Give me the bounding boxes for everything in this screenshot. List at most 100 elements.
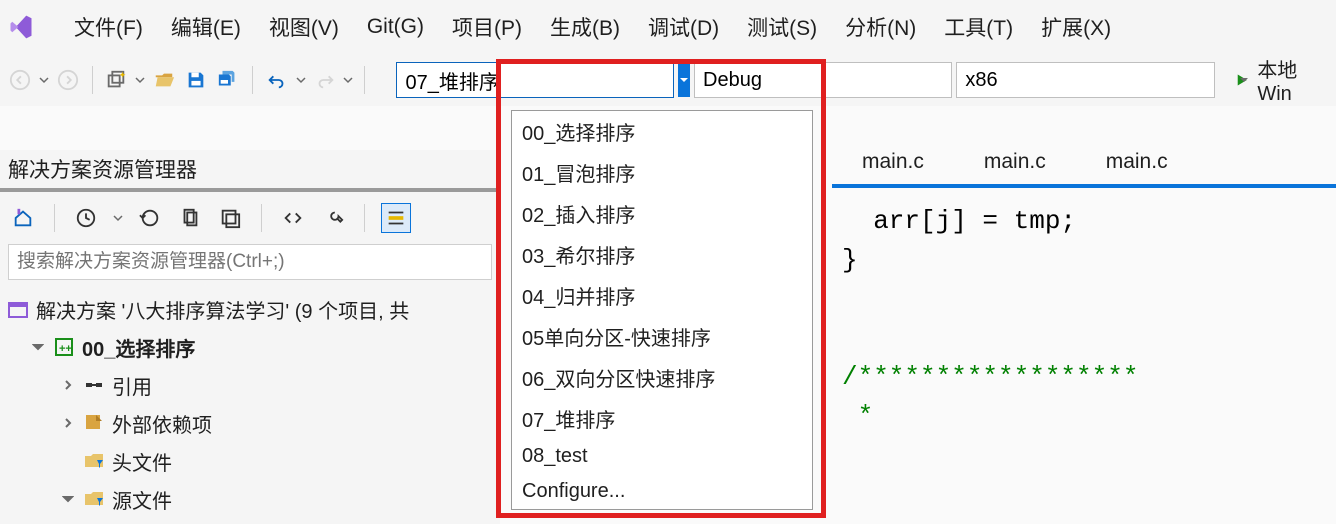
menu-git[interactable]: Git(G) [367,15,424,39]
folder-filter-icon [82,449,106,473]
tree-project[interactable]: ++ 00_选择排序 [0,328,500,366]
nav-back-caret-icon[interactable] [38,75,50,85]
show-all-files-icon[interactable] [215,203,245,233]
separator [261,204,262,232]
dropdown-item[interactable]: 08_test [512,439,812,474]
dropdown-item[interactable]: Configure... [512,474,812,509]
undo-icon[interactable] [263,63,291,97]
menu-view[interactable]: 视图(V) [269,12,339,42]
solution-search-input[interactable] [8,244,492,280]
caret-right-icon[interactable] [60,379,76,391]
toolbar: ✦ 本地 Win [0,54,1336,106]
switch-views-icon[interactable] [381,203,411,233]
sync-icon[interactable] [135,203,165,233]
caret-down-icon[interactable] [30,341,46,353]
config-combo[interactable] [694,62,952,98]
copy-icon[interactable] [175,203,205,233]
config-value[interactable] [695,63,976,97]
startup-project-dropdown: 00_选择排序 01_冒泡排序 02_插入排序 03_希尔排序 04_归并排序 … [511,110,813,510]
wrench-icon[interactable] [318,203,348,233]
combo-caret-icon[interactable] [1238,63,1250,97]
editor-tabbar: main.c main.c main.c [832,144,1336,188]
menubar: 文件(F) 编辑(E) 视图(V) Git(G) 项目(P) 生成(B) 调试(… [0,0,1336,54]
run-label: 本地 Win [1257,54,1322,106]
menu-build[interactable]: 生成(B) [550,12,620,42]
dropdown-item[interactable]: 03_希尔排序 [512,234,812,275]
svg-text:✦: ✦ [119,70,127,80]
redo-icon [311,63,339,97]
project-icon: ++ [52,335,76,359]
panel-title: 解决方案资源管理器 [0,150,500,188]
menu-file[interactable]: 文件(F) [74,12,143,42]
svg-text:++: ++ [59,343,72,355]
nav-forward-icon [54,63,82,97]
folder-filter-icon [82,487,106,511]
tree-headers[interactable]: 头文件 [0,442,500,480]
menu-analyze[interactable]: 分析(N) [845,12,916,42]
undo-caret-icon[interactable] [295,75,307,85]
dropdown-item[interactable]: 07_堆排序 [512,398,812,439]
editor-tab[interactable]: main.c [954,144,1076,184]
code-line: arr[j] = tmp; [842,206,1076,236]
code-icon[interactable] [278,203,308,233]
save-icon[interactable] [182,63,210,97]
code-line: } [842,245,858,275]
dropdown-item[interactable]: 04_归并排序 [512,275,812,316]
tree-root-label: 解决方案 '八大排序算法学习' (9 个项目, 共 [36,295,409,324]
vs-logo-icon [6,12,36,42]
menu-tools[interactable]: 工具(T) [944,12,1013,42]
dropdown-item[interactable]: 06_双向分区快速排序 [512,357,812,398]
references-icon [82,373,106,397]
solution-tree: 解决方案 '八大排序算法学习' (9 个项目, 共 ++ 00_选择排序 引用 … [0,284,500,524]
dropdown-item[interactable]: 02_插入排序 [512,193,812,234]
startup-project-combo[interactable] [396,62,674,98]
menu-debug[interactable]: 调试(D) [648,12,719,42]
tree-external-deps[interactable]: 外部依赖项 [0,404,500,442]
history-caret-icon[interactable] [111,213,125,223]
dropdown-item[interactable]: 05单向分区-快速排序 [512,316,812,357]
tree-headers-label: 头文件 [112,447,172,476]
panel-toolbar [0,196,500,240]
separator [54,204,55,232]
separator [252,66,253,94]
tree-root[interactable]: 解决方案 '八大排序算法学习' (9 个项目, 共 [0,290,500,328]
panel-search [0,240,500,284]
tree-project-label: 00_选择排序 [82,333,195,362]
code-editor[interactable]: arr[j] = tmp; } /****************** * [832,192,1336,524]
dropdown-item[interactable]: 01_冒泡排序 [512,152,812,193]
editor-tab[interactable]: main.c [832,144,954,184]
menu-test[interactable]: 测试(S) [747,12,817,42]
dropdown-item[interactable]: 00_选择排序 [512,111,812,152]
solution-icon [6,297,30,321]
open-icon[interactable] [150,63,178,97]
platform-value[interactable] [957,63,1238,97]
tree-references-label: 引用 [112,371,152,400]
menu-edit[interactable]: 编辑(E) [171,12,241,42]
code-comment: /****************** [842,362,1138,392]
separator [92,66,93,94]
editor-tab[interactable]: main.c [1076,144,1198,184]
solution-explorer-panel: 解决方案资源管理器 解决方案 '八大排序算法学习' (9 个项目, 共 ++ 0… [0,150,500,524]
tree-sources-label: 源文件 [112,485,172,514]
save-all-icon[interactable] [214,63,242,97]
external-deps-icon [82,411,106,435]
separator [364,204,365,232]
redo-caret-icon[interactable] [343,75,355,85]
caret-down-icon[interactable] [60,493,76,505]
caret-right-icon[interactable] [60,417,76,429]
home-icon[interactable] [8,203,38,233]
history-icon[interactable] [71,203,101,233]
menu-project[interactable]: 项目(P) [452,12,522,42]
new-project-icon[interactable]: ✦ [102,63,130,97]
nav-back-icon [6,63,34,97]
startup-project-value[interactable] [397,63,678,97]
new-project-caret-icon[interactable] [134,75,146,85]
combo-caret-icon[interactable] [678,63,690,97]
tree-external-deps-label: 外部依赖项 [112,409,212,438]
menu-ext[interactable]: 扩展(X) [1041,12,1111,42]
panel-underline [0,188,500,192]
tree-sources[interactable]: 源文件 [0,480,500,518]
separator [364,66,365,94]
tree-references[interactable]: 引用 [0,366,500,404]
platform-combo[interactable] [956,62,1214,98]
